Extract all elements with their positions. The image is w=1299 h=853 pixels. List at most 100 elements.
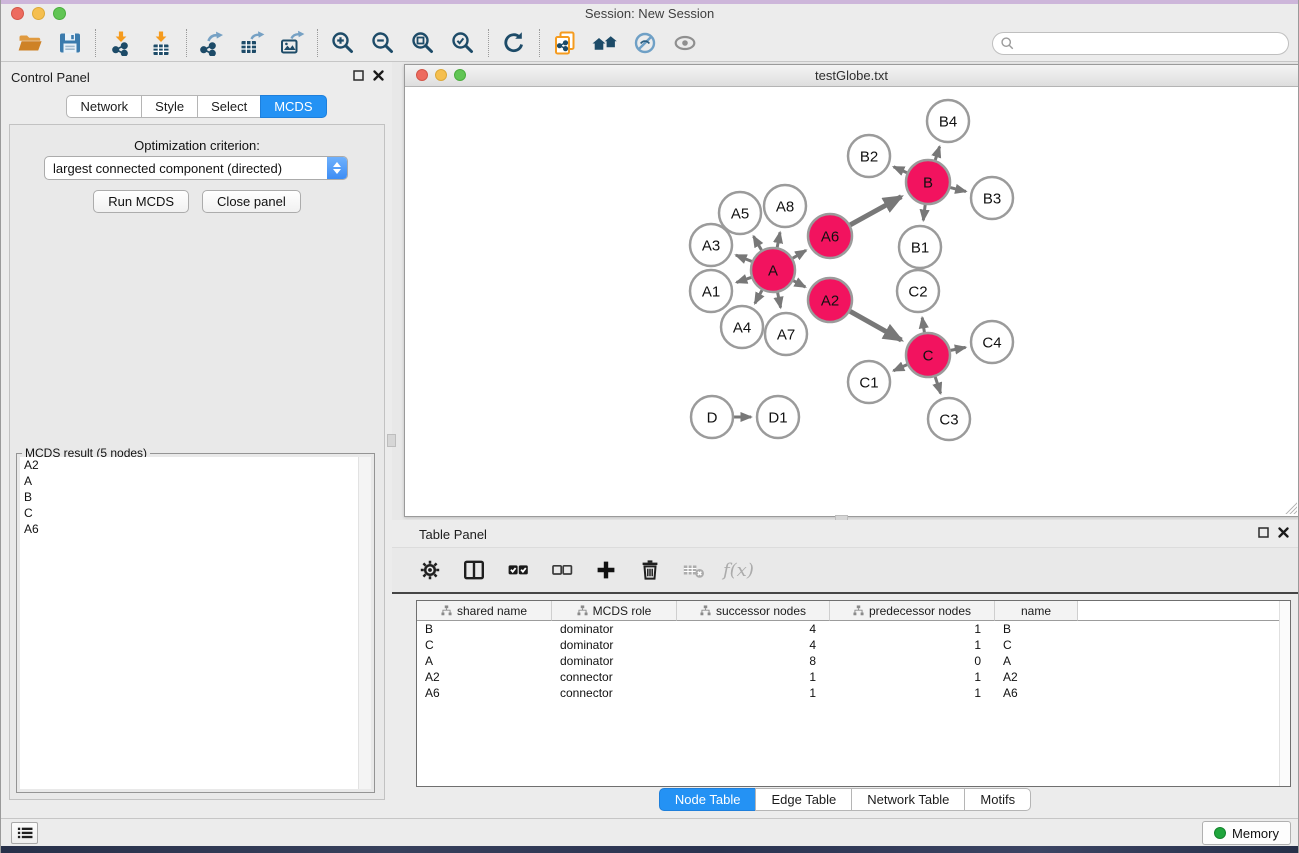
tab-motifs[interactable]: Motifs [964, 788, 1031, 811]
export-image-button[interactable] [272, 27, 312, 59]
minimize-window-button[interactable] [32, 7, 45, 20]
toolbar-separator [186, 29, 187, 57]
table-cell: dominator [552, 637, 677, 653]
result-list-item[interactable]: C [20, 505, 371, 521]
network-minimize-button[interactable] [435, 69, 447, 81]
search-input[interactable] [1015, 33, 1288, 54]
graph-edge-C-C2[interactable] [922, 318, 924, 333]
node-table[interactable]: shared nameMCDS rolesuccessor nodesprede… [416, 600, 1291, 787]
graph-edge-B-B1[interactable] [923, 205, 925, 221]
open-session-button[interactable] [10, 27, 50, 59]
network-close-button[interactable] [416, 69, 428, 81]
close-panel-icon[interactable] [1278, 527, 1289, 538]
graph-edge-A-A7[interactable] [778, 293, 781, 308]
tab-edge-table[interactable]: Edge Table [755, 788, 852, 811]
network-window-titlebar[interactable]: testGlobe.txt [405, 65, 1298, 87]
export-network-button[interactable] [192, 27, 232, 59]
add-column-button[interactable] [589, 553, 623, 587]
tab-style[interactable]: Style [141, 95, 198, 118]
column-header-shared-name[interactable]: shared name [417, 601, 552, 621]
graphics-details-button[interactable] [625, 27, 665, 59]
memory-button[interactable]: Memory [1202, 821, 1291, 845]
graph-edge-A6-B[interactable] [850, 197, 901, 225]
delete-table-button[interactable] [677, 553, 711, 587]
graph-edge-A2-C[interactable] [850, 311, 901, 340]
graph-edge-B-B2[interactable] [894, 167, 907, 173]
import-network-button[interactable] [101, 27, 141, 59]
table-row[interactable]: Adominator80A [417, 653, 1290, 669]
column-header-successor-nodes[interactable]: successor nodes [677, 601, 830, 621]
titlebar[interactable]: Session: New Session [1, 4, 1298, 25]
graph-edge-A-A5[interactable] [754, 236, 762, 250]
tab-node-table[interactable]: Node Table [659, 788, 757, 811]
table-cell: 0 [830, 653, 995, 669]
graph-edge-C-C4[interactable] [951, 347, 966, 350]
network-graph[interactable]: AA1A2A3A4A5A6A7A8BB1B2B3B4CC1C2C3C4DD1 [405, 87, 1298, 515]
result-list-item[interactable]: A2 [20, 457, 371, 473]
graph-edge-A-A2[interactable] [793, 281, 805, 287]
close-panel-icon[interactable] [373, 70, 384, 81]
table-scrollbar[interactable] [1279, 601, 1290, 786]
close-panel-button[interactable]: Close panel [202, 190, 301, 213]
graph-edge-B-B3[interactable] [950, 188, 966, 192]
splitter-handle[interactable] [387, 434, 396, 447]
refresh-button[interactable] [494, 27, 534, 59]
birdseye-view-button[interactable] [585, 27, 625, 59]
mcds-result-list[interactable]: A2ABCA6 [20, 457, 371, 789]
graph-edge-A-A8[interactable] [777, 232, 780, 247]
table-row[interactable]: Bdominator41B [417, 621, 1290, 637]
run-mcds-button[interactable]: Run MCDS [93, 190, 189, 213]
delete-column-button[interactable] [633, 553, 667, 587]
column-header-predecessor-nodes[interactable]: predecessor nodes [830, 601, 995, 621]
close-window-button[interactable] [11, 7, 24, 20]
unselect-all-columns-button[interactable] [545, 553, 579, 587]
result-list-item[interactable]: A [20, 473, 371, 489]
criterion-dropdown[interactable]: largest connected component (directed) [44, 156, 348, 180]
graph-edge-C-C1[interactable] [894, 365, 908, 371]
table-row[interactable]: A2connector11A2 [417, 669, 1290, 685]
memory-status-icon [1214, 827, 1226, 839]
float-panel-icon[interactable] [353, 70, 364, 81]
split-view-button[interactable] [457, 553, 491, 587]
graph-edge-B-B4[interactable] [935, 147, 939, 161]
export-table-button[interactable] [232, 27, 272, 59]
network-zoom-button[interactable] [454, 69, 466, 81]
graph-edge-A-A4[interactable] [755, 290, 762, 303]
clone-network-button[interactable] [545, 27, 585, 59]
graph-node-label: A6 [821, 228, 839, 245]
zoom-fit-button[interactable] [403, 27, 443, 59]
table-settings-button[interactable] [413, 553, 447, 587]
result-scrollbar[interactable] [358, 457, 371, 789]
select-all-columns-button[interactable] [501, 553, 535, 587]
network-canvas[interactable]: AA1A2A3A4A5A6A7A8BB1B2B3B4CC1C2C3C4DD1 [405, 87, 1298, 515]
save-session-button[interactable] [50, 27, 90, 59]
column-header-MCDS-role[interactable]: MCDS role [552, 601, 677, 621]
eye-button[interactable] [665, 27, 705, 59]
resize-grip-icon[interactable] [1283, 500, 1297, 514]
graph-node-label: D1 [768, 409, 787, 426]
tab-network-table[interactable]: Network Table [851, 788, 965, 811]
zoom-window-button[interactable] [53, 7, 66, 20]
network-view-window[interactable]: testGlobe.txt AA1A2A3A4A5A6A7A8BB1B2B3B4… [404, 64, 1299, 517]
graph-edge-C-C3[interactable] [935, 377, 940, 394]
graph-edge-A-A1[interactable] [737, 277, 752, 282]
table-row[interactable]: A6connector11A6 [417, 685, 1290, 701]
graph-edge-A-A3[interactable] [736, 255, 752, 261]
graph-edge-A-A6[interactable] [793, 250, 806, 258]
zoom-in-button[interactable] [323, 27, 363, 59]
column-header-name[interactable]: name [995, 601, 1078, 621]
table-row[interactable]: Cdominator41C [417, 637, 1290, 653]
result-list-item[interactable]: B [20, 489, 371, 505]
result-list-item[interactable]: A6 [20, 521, 371, 537]
import-table-button[interactable] [141, 27, 181, 59]
function-builder-button[interactable]: f(x) [723, 560, 754, 581]
memory-label: Memory [1232, 826, 1279, 841]
search-field[interactable] [992, 32, 1289, 55]
tab-mcds[interactable]: MCDS [260, 95, 326, 118]
tab-select[interactable]: Select [197, 95, 261, 118]
tab-network[interactable]: Network [66, 95, 142, 118]
zoom-selected-button[interactable] [443, 27, 483, 59]
zoom-out-button[interactable] [363, 27, 403, 59]
task-history-button[interactable] [11, 822, 38, 844]
float-panel-icon[interactable] [1258, 527, 1269, 538]
